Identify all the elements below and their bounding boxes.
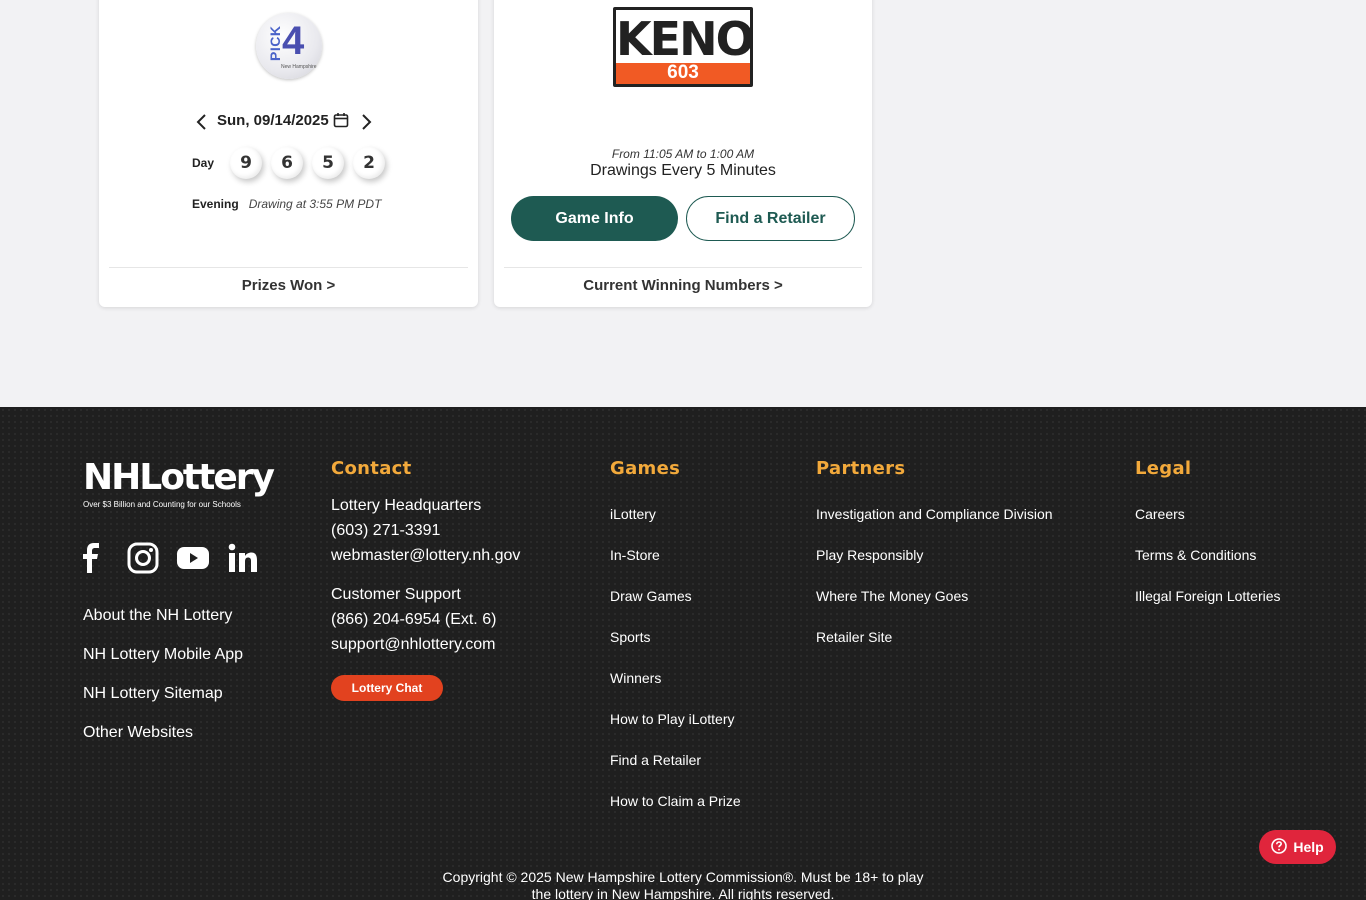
pick4-logo-sub: New Hampshire	[281, 64, 317, 70]
games-link-find-retailer[interactable]: Find a Retailer	[610, 752, 701, 768]
keno-frequency: Drawings Every 5 Minutes	[590, 162, 776, 179]
day-draw-row: Day 9 6 5 2	[192, 147, 394, 179]
card-divider	[504, 267, 862, 268]
partners-link-retailer-site[interactable]: Retailer Site	[816, 629, 892, 645]
games-link-in-store[interactable]: In-Store	[610, 547, 660, 563]
keno-card: KENO 603 From 11:05 AM to 1:00 AM Drawin…	[494, 0, 872, 307]
pick4-logo: PICK 4 New Hampshire	[256, 13, 322, 79]
hq-phone[interactable]: (603) 271-3391	[331, 522, 440, 540]
legal-link-illegal-lotteries[interactable]: Illegal Foreign Lotteries	[1135, 588, 1281, 604]
lottery-chat-button[interactable]: Lottery Chat	[331, 675, 443, 701]
contact-heading: Contact	[331, 458, 412, 479]
games-link-sports[interactable]: Sports	[610, 629, 650, 645]
evening-draw-time: Drawing at 3:55 PM PDT	[248, 197, 382, 211]
logo-wordmark: NHLottery	[83, 457, 275, 498]
day-label: Day	[192, 156, 215, 170]
games-link-how-to-play[interactable]: How to Play iLottery	[610, 711, 735, 727]
site-footer: NHLottery Over $3 Billion and Counting f…	[0, 407, 1366, 900]
support-phone[interactable]: (866) 204-6954 (Ext. 6)	[331, 611, 496, 629]
partners-link-play-responsibly[interactable]: Play Responsibly	[816, 547, 923, 563]
calendar-icon[interactable]	[333, 112, 349, 128]
copyright-line-1: Copyright © 2025 New Hampshire Lottery C…	[442, 869, 924, 885]
draw-date: Sun, 09/14/2025	[217, 111, 329, 129]
hq-email[interactable]: webmaster@lottery.nh.gov	[331, 547, 520, 565]
card-divider	[109, 267, 468, 268]
partners-heading: Partners	[816, 458, 906, 479]
date-selector: Sun, 09/14/2025	[195, 108, 385, 132]
games-link-draw-games[interactable]: Draw Games	[610, 588, 692, 604]
help-label: Help	[1293, 839, 1324, 855]
pick4-logo-text: PICK	[267, 25, 283, 61]
help-button[interactable]: Help	[1259, 830, 1336, 864]
support-email[interactable]: support@nhlottery.com	[331, 636, 495, 654]
evening-label: Evening	[192, 197, 239, 211]
logo-tagline: Over $3 Billion and Counting for our Sch…	[83, 500, 241, 509]
instagram-icon[interactable]	[127, 542, 159, 574]
facebook-icon[interactable]	[80, 542, 112, 574]
find-retailer-button[interactable]: Find a Retailer	[686, 196, 855, 241]
pick4-card: PICK 4 New Hampshire Sun, 09/14/2025 Day…	[99, 0, 478, 307]
mobile-app-link[interactable]: NH Lottery Mobile App	[83, 646, 243, 664]
keno-logo-word: KENO	[616, 12, 755, 66]
current-winning-numbers-link[interactable]: Current Winning Numbers >	[494, 277, 872, 294]
keno-hours: From 11:05 AM to 1:00 AM	[611, 147, 755, 161]
game-info-button[interactable]: Game Info	[511, 196, 678, 241]
about-link[interactable]: About the NH Lottery	[83, 607, 232, 625]
legal-heading: Legal	[1135, 458, 1192, 479]
partners-link-money-goes[interactable]: Where The Money Goes	[816, 588, 968, 604]
sitemap-link[interactable]: NH Lottery Sitemap	[83, 685, 223, 703]
support-label: Customer Support	[331, 586, 461, 603]
other-websites-link[interactable]: Other Websites	[83, 724, 193, 742]
youtube-icon[interactable]	[177, 542, 209, 574]
number-ball: 9	[230, 147, 262, 179]
legal-link-terms[interactable]: Terms & Conditions	[1135, 547, 1256, 563]
games-section: PICK 4 New Hampshire Sun, 09/14/2025 Day…	[0, 0, 1366, 407]
chevron-right-icon[interactable]	[359, 113, 373, 130]
nh-lottery-logo[interactable]: NHLottery Over $3 Billion and Counting f…	[83, 457, 275, 519]
number-ball: 6	[271, 147, 303, 179]
copyright: Copyright © 2025 New Hampshire Lottery C…	[0, 869, 1366, 900]
games-link-claim-prize[interactable]: How to Claim a Prize	[610, 793, 741, 809]
evening-draw-row: Evening Drawing at 3:55 PM PDT	[192, 197, 381, 211]
number-ball: 5	[312, 147, 344, 179]
games-link-ilottery[interactable]: iLottery	[610, 506, 656, 522]
legal-link-careers[interactable]: Careers	[1135, 506, 1185, 522]
question-circle-icon	[1271, 837, 1288, 857]
keno-logo-number: 603	[667, 62, 699, 83]
copyright-line-2: the lottery in New Hampshire. All rights…	[531, 886, 835, 900]
keno-logo: KENO 603	[613, 7, 755, 87]
prizes-won-link[interactable]: Prizes Won >	[99, 277, 478, 294]
number-ball: 2	[353, 147, 385, 179]
games-heading: Games	[610, 458, 681, 479]
chevron-left-icon[interactable]	[195, 113, 209, 130]
hq-label: Lottery Headquarters	[331, 497, 482, 514]
games-link-winners[interactable]: Winners	[610, 670, 661, 686]
partners-link-investigation[interactable]: Investigation and Compliance Division	[816, 506, 1053, 522]
linkedin-icon[interactable]	[227, 542, 259, 574]
pick4-logo-number: 4	[282, 19, 305, 63]
